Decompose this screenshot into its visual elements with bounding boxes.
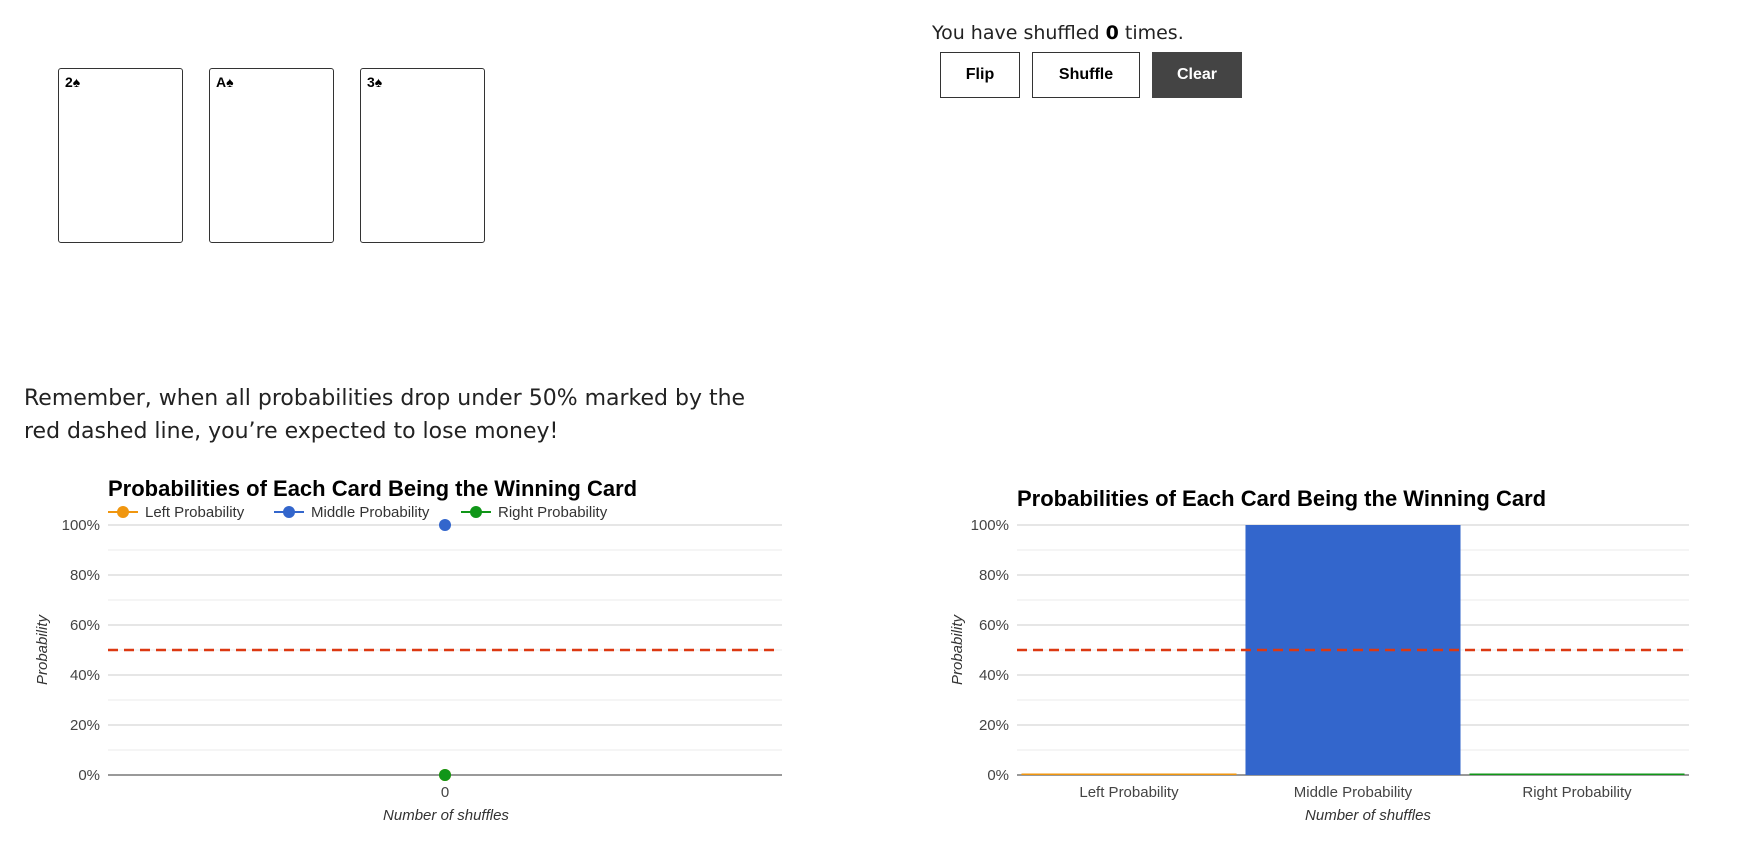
- line-chart-x-axis-label: Number of shuffles: [383, 807, 509, 824]
- x-tick-label: Left Probability: [1079, 784, 1179, 801]
- y-tick-label: 80%: [70, 567, 100, 584]
- y-tick-label: 60%: [70, 617, 100, 634]
- bar-chart-y-ticks: 100% 80% 60% 40% 20% 0%: [971, 517, 1009, 784]
- line-chart-y-ticks: 100% 80% 60% 40% 20% 0%: [62, 517, 100, 784]
- y-tick-label: 20%: [70, 717, 100, 734]
- y-tick-label: 0%: [78, 767, 100, 784]
- card-left[interactable]: 2♠: [58, 68, 183, 243]
- card-right[interactable]: 3♠: [360, 68, 485, 243]
- status-suffix: times.: [1118, 22, 1184, 44]
- y-tick-label: 60%: [979, 617, 1009, 634]
- y-tick-label: 0%: [987, 767, 1009, 784]
- bar-chart-title: Probabilities of Each Card Being the Win…: [1017, 486, 1546, 511]
- card-left-label: 2♠: [65, 74, 81, 90]
- legend-right-label: Right Probability: [498, 504, 608, 521]
- clear-button[interactable]: Clear: [1152, 52, 1242, 98]
- y-tick-label: 80%: [979, 567, 1009, 584]
- status-prefix: You have shuffled: [932, 22, 1106, 44]
- y-tick-label: 100%: [971, 517, 1009, 534]
- y-tick-label: 20%: [979, 717, 1009, 734]
- legend-right-marker: [470, 506, 482, 518]
- card-middle[interactable]: A♠: [209, 68, 334, 243]
- y-tick-label: 40%: [979, 667, 1009, 684]
- legend-middle-label: Middle Probability: [311, 504, 430, 521]
- line-chart-legend: Left Probability Middle Probability Righ…: [108, 504, 608, 521]
- x-tick-label: Middle Probability: [1294, 784, 1413, 801]
- shuffle-count: 0: [1105, 22, 1119, 44]
- legend-left-marker: [117, 506, 129, 518]
- bar-chart-y-axis-label: Probability: [949, 613, 966, 685]
- flip-button[interactable]: Flip: [940, 52, 1020, 98]
- line-chart-y-axis-label: Probability: [34, 613, 51, 685]
- bar-chart-x-axis-label: Number of shuffles: [1305, 807, 1431, 824]
- y-tick-label: 40%: [70, 667, 100, 684]
- card-middle-label: A♠: [216, 74, 234, 90]
- line-chart-x-ticks: 0: [441, 784, 449, 801]
- legend-left-label: Left Probability: [145, 504, 245, 521]
- middle-probability-point: [439, 519, 451, 531]
- y-tick-label: 100%: [62, 517, 100, 534]
- shuffle-button[interactable]: Shuffle: [1032, 52, 1140, 98]
- line-chart: Probabilities of Each Card Being the Win…: [34, 476, 782, 824]
- line-chart-title: Probabilities of Each Card Being the Win…: [108, 476, 637, 501]
- bar-chart: Probabilities of Each Card Being the Win…: [949, 486, 1689, 824]
- reminder-text: Remember, when all probabilities drop un…: [24, 386, 746, 444]
- bar-chart-x-ticks: Left Probability Middle Probability Right …: [1079, 784, 1632, 801]
- left-probability-bar: [1021, 773, 1237, 775]
- legend-middle-marker: [283, 506, 295, 518]
- shuffle-count-status: You have shuffled 0 times.: [932, 22, 1184, 44]
- right-probability-bar: [1469, 773, 1685, 775]
- card-right-label: 3♠: [367, 74, 383, 90]
- x-tick-label: Right Probability: [1522, 784, 1632, 801]
- right-probability-point: [439, 769, 451, 781]
- x-tick-label: 0: [441, 784, 449, 801]
